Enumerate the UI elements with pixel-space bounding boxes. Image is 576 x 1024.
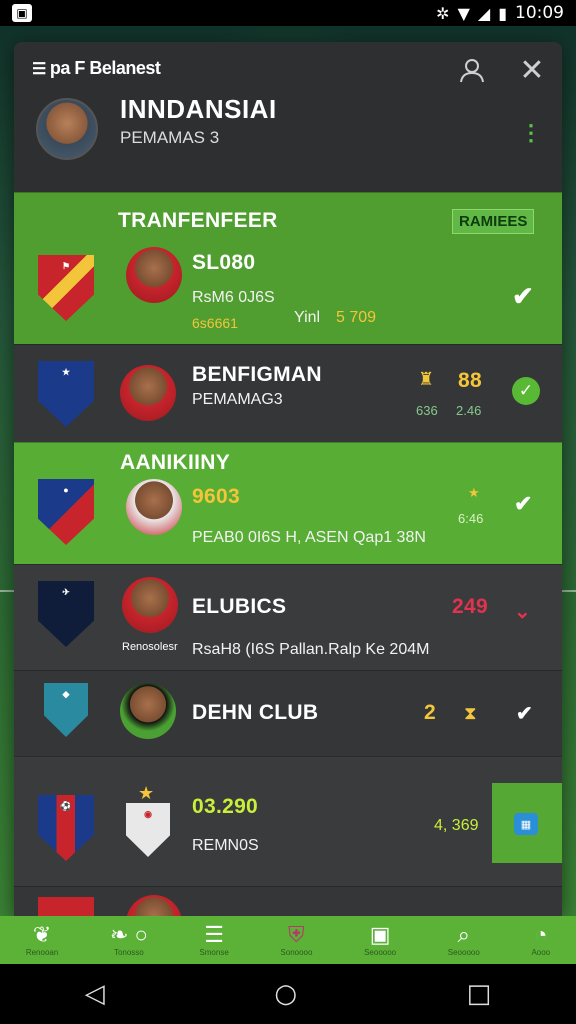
pepper-icon: ❧ ○ (109, 921, 148, 947)
section-title: TRANFENFEER (118, 209, 278, 232)
close-icon[interactable]: ✕ (516, 54, 548, 87)
player-subtitle: PEMAMAS 3 (120, 128, 220, 147)
list-item[interactable]: ★ BENFIGMAN PEMAMAG3 ♜ 88 636 2.46 ✓ (14, 344, 562, 442)
timer-icon: ◔ (534, 921, 548, 947)
nav-item[interactable]: ◔ Aooo (531, 921, 550, 957)
row-value: 03.290 (192, 795, 259, 818)
list-item[interactable]: ⚽ ★ ◉ 03.290 REMN0S 4, 369 ▦ (14, 756, 562, 886)
detail-left: RsM6 0J6S (192, 289, 275, 306)
nav-item[interactable]: ☰ Smonse (199, 921, 228, 957)
nav-item[interactable]: ❦ Renooan (26, 921, 58, 957)
leaf-icon: ❦ (32, 921, 52, 947)
brand-logo: ☰ pa F Belanest (32, 58, 161, 79)
signal-icon: ◢ (477, 3, 491, 23)
search-icon: ⌕ (457, 921, 470, 947)
detail-right: Yinl (294, 309, 321, 326)
back-icon[interactable]: ◁ (85, 979, 105, 1009)
app-notification-icon: ▣ (12, 4, 32, 22)
system-nav-bar: ◁ ○ □ (0, 964, 576, 1024)
row-detail: PEAB0 0I6S H, ASEN Qap1 38N (192, 529, 426, 546)
club-crest: ● (38, 479, 94, 545)
row-name: DEHN CLUB (192, 701, 319, 724)
profile-icon[interactable] (456, 54, 488, 86)
grid-icon: ▦ (514, 813, 538, 835)
row-name: ELUBICS (192, 595, 287, 618)
player-avatar (120, 683, 176, 739)
nav-item[interactable]: ⌕ Seooooo (448, 921, 480, 957)
row-detail: RsaH8 (I6S Pallan.Ralp Ke 204M (192, 641, 430, 658)
more-options-icon[interactable]: ⋮ (520, 120, 542, 146)
club-crest: ⚽ (38, 795, 94, 861)
shield-icon: ⛨ (288, 921, 305, 947)
nav-item[interactable]: ▣ Seooooo (364, 921, 396, 957)
transfer-row[interactable]: TRANFENFEER RAMIEES ⚑ SL080 RsM6 0J6S 6s… (14, 192, 562, 344)
games-badge[interactable]: RAMIEES (452, 209, 535, 234)
vibrate-icon: ✲ (436, 3, 450, 23)
status-bar: ▣ ✲ ▼ ◢ ▮ 10:09 (0, 0, 576, 26)
hourglass-icon: ⧗ (464, 703, 477, 723)
action-tile[interactable]: ▦ (492, 783, 562, 863)
list-item[interactable]: ◆ DEHN CLUB 2 ⧗ ✔ (14, 670, 562, 756)
trophy-icon: ♜ (418, 369, 435, 389)
chevron-down-icon[interactable]: ✔ (516, 701, 533, 726)
row-value: 9603 (192, 485, 240, 508)
player-name: INNDANSIAI (120, 94, 277, 124)
check-icon[interactable]: ✔ (512, 281, 534, 312)
battery-icon: ▮ (498, 3, 507, 23)
row-right-value: 4, 369 (434, 817, 479, 834)
list-icon: ☰ (204, 921, 224, 947)
stat-yellow: 5 709 (336, 309, 377, 326)
list-item[interactable]: ✈ Renosolesr ELUBICS 249 RsaH8 (I6S Pall… (14, 564, 562, 670)
player-avatar (36, 98, 98, 160)
club-crest (38, 897, 94, 916)
row-small: 6:46 (458, 511, 484, 526)
star-icon: ★ (138, 783, 155, 803)
bottom-nav: ❦ Renooan ❧ ○ Tonosso ☰ Smonse ⛨ Sonoooo… (0, 916, 576, 964)
club-crest: ⚑ (38, 255, 94, 321)
player-avatar (126, 247, 182, 303)
row-stat-top: 88 (458, 369, 482, 392)
nav-item[interactable]: ❧ ○ Tonosso (109, 921, 148, 957)
player-avatar (122, 577, 178, 633)
club-crest-secondary: ◉ (126, 803, 170, 857)
chevron-check-icon[interactable]: ✔ (514, 491, 532, 517)
row-stat-a: 636 (416, 403, 438, 418)
panel-header: ☰ pa F Belanest ✕ INNDANSIAI PEMAMAS 3 ⋮ (14, 42, 562, 192)
chevron-down-icon[interactable]: ⌄ (514, 599, 531, 624)
detail-value: 6s6661 (192, 315, 238, 331)
brand-text: pa F Belanest (49, 58, 161, 78)
home-icon[interactable]: ○ (274, 979, 297, 1009)
status-time: 10:09 (515, 3, 564, 23)
player-avatar (126, 895, 182, 916)
club-crest: ★ (38, 361, 94, 427)
list-item[interactable] (14, 886, 562, 916)
player-avatar (126, 479, 182, 535)
nav-item-active[interactable]: ⛨ Sonoooo (280, 921, 312, 957)
row-stat-b: 2.46 (456, 403, 482, 418)
row-subtitle: PEMAMAG3 (192, 391, 283, 408)
section-title: AANIKIINY (120, 451, 231, 474)
club-crest: ✈ (38, 581, 94, 647)
row-number: 2 (424, 701, 436, 724)
check-circle-icon[interactable]: ✓ (512, 377, 540, 405)
player-avatar (120, 365, 176, 421)
club-name: SL080 (192, 251, 256, 274)
row-subtitle: REMN0S (192, 837, 259, 854)
star-icon: ★ (468, 485, 480, 500)
row-name: BENFIGMAN (192, 363, 322, 386)
menu-lines-icon: ☰ (32, 60, 46, 78)
store-icon: ▣ (369, 921, 391, 947)
avatar-caption: Renosolesr (122, 641, 178, 653)
wifi-icon: ▼ (457, 3, 470, 23)
list-item[interactable]: AANIKIINY ● 9603 PEAB0 0I6S H, ASEN Qap1… (14, 442, 562, 564)
row-number: 249 (452, 595, 488, 618)
transfer-panel: ☰ pa F Belanest ✕ INNDANSIAI PEMAMAS 3 ⋮… (14, 42, 562, 916)
club-crest: ◆ (44, 683, 88, 737)
recents-icon[interactable]: □ (467, 979, 492, 1009)
